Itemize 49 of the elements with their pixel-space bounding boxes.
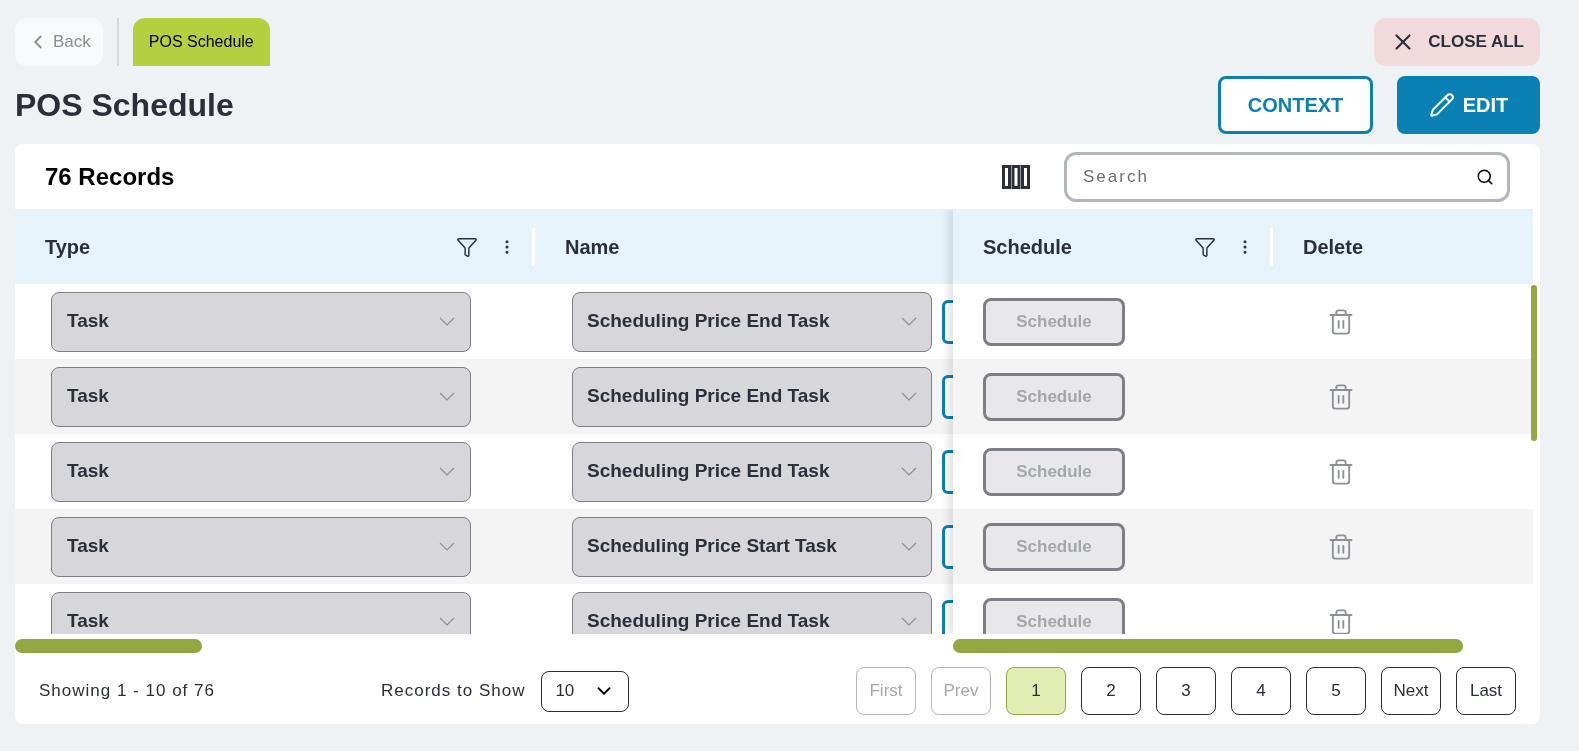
pencil-icon [1428, 92, 1455, 118]
columns-icon[interactable] [1002, 164, 1030, 189]
record-count: 76 Records [45, 161, 175, 192]
close-all-button[interactable]: CLOSE ALL [1374, 18, 1540, 66]
filter-icon[interactable] [1194, 235, 1216, 258]
type-dropdown[interactable]: Task [51, 516, 471, 577]
search-field[interactable]: Search [1064, 151, 1510, 202]
column-header[interactable]: Schedule [953, 231, 1072, 262]
showing-count: Showing 1 - 10 of 76 [39, 680, 215, 703]
column-header[interactable]: Delete [1273, 231, 1364, 262]
pagination-button[interactable]: Next [1381, 667, 1441, 715]
chevron-down-icon [439, 617, 455, 626]
horizontal-scrollbar[interactable] [953, 639, 1463, 653]
chevron-down-icon [439, 317, 455, 326]
name-dropdown[interactable]: Scheduling Price End Task [572, 591, 932, 634]
name-dropdown[interactable]: Scheduling Price End Task [572, 441, 932, 502]
page-title: POS Schedule [15, 86, 234, 125]
chevron-down-icon [439, 467, 455, 476]
chevron-down-icon [439, 392, 455, 401]
filter-icon[interactable] [456, 235, 478, 258]
chevron-down-icon [901, 617, 917, 626]
chevron-down-icon [901, 317, 917, 326]
chevron-down-icon [901, 542, 917, 551]
name-dropdown[interactable]: Scheduling Price End Task [572, 366, 932, 427]
search-icon[interactable] [1476, 167, 1494, 186]
name-dropdown[interactable]: Scheduling Price Start Task [572, 516, 932, 577]
pagination-button[interactable]: Last [1456, 667, 1516, 715]
pagination-button[interactable]: 3 [1156, 667, 1216, 715]
chevron-down-icon [901, 392, 917, 401]
type-dropdown[interactable]: Task [51, 291, 471, 352]
type-dropdown[interactable]: Task [51, 441, 471, 502]
column-header[interactable]: Name [535, 231, 620, 262]
pagination-button[interactable]: 4 [1231, 667, 1291, 715]
chevron-down-icon [901, 467, 917, 476]
records-select[interactable]: 10 [541, 670, 630, 712]
context-button[interactable]: CONTEXT [1218, 76, 1373, 134]
type-dropdown[interactable]: Task [51, 591, 471, 634]
page-tab[interactable]: POS Schedule [132, 18, 270, 66]
pagination-button[interactable]: 1 [1006, 667, 1066, 715]
chevron-down-icon [439, 542, 455, 551]
horizontal-scrollbar[interactable] [15, 639, 202, 653]
column-header[interactable]: Type [15, 231, 91, 262]
pagination-button[interactable]: 2 [1081, 667, 1141, 715]
vertical-scrollbar[interactable] [1531, 285, 1537, 441]
name-dropdown[interactable]: Scheduling Price End Task [572, 291, 932, 352]
edit-button[interactable]: EDIT [1397, 76, 1540, 134]
records-to-show-label: Records to Show [380, 680, 526, 703]
pagination-button[interactable]: 5 [1306, 667, 1366, 715]
type-dropdown[interactable]: Task [51, 366, 471, 427]
